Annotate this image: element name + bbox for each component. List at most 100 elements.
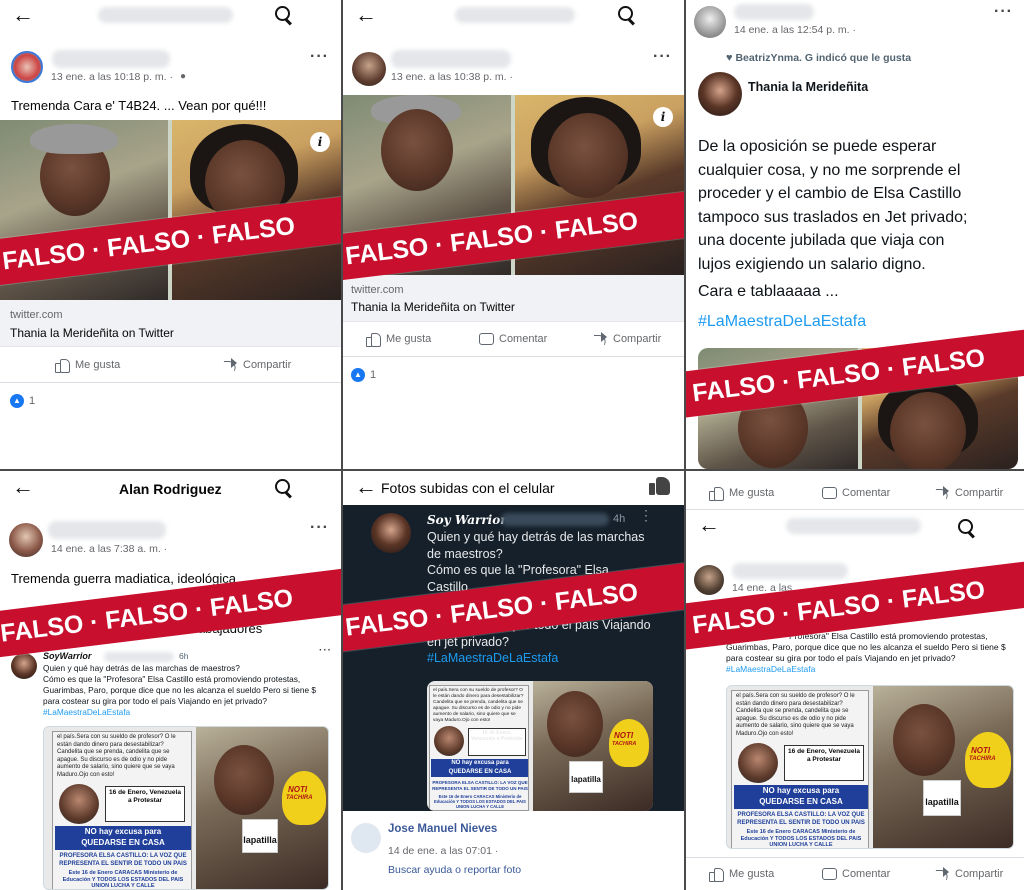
tweet-media[interactable]: el país.Sera con su sueldo de profesor? … [427, 681, 653, 811]
link-domain: twitter.com [351, 284, 404, 296]
like-button[interactable]: Me gusta [54, 358, 121, 373]
protest-flyer: el país.Sera con su sueldo de profesor? … [429, 685, 529, 811]
more-options-icon[interactable]: ··· [310, 48, 329, 66]
flyer-headline: NO hay excusa para QUEDARSE EN CASA [431, 759, 528, 777]
protest-flyer: el país.Sera con su sueldo de profesor? … [731, 690, 869, 848]
hashtag-link[interactable]: #LaMaestraDeLaEstafa [698, 310, 1018, 334]
divider [343, 356, 684, 357]
comment-button[interactable]: Comentar [821, 486, 890, 500]
blurred-author-name [391, 50, 511, 68]
panel-photo-view: ← Fotos subidas con el celular Soy Warri… [343, 471, 684, 890]
avatar[interactable] [352, 52, 386, 86]
avatar[interactable] [11, 51, 43, 83]
flyer-date: 16 de Enero, Venezuela a Protestar [105, 786, 185, 822]
protest-flyer: el país.Sera con su sueldo de profesor? … [52, 731, 192, 889]
more-options-icon[interactable]: ··· [994, 3, 1013, 21]
comment-button-bottom[interactable]: Comentar [821, 867, 890, 881]
panel-facebook-post-3: Me gusta Comentar Compartir ← 14 ene. a … [686, 471, 1024, 890]
tweet-media[interactable]: el país.Sera con su sueldo de profesor? … [726, 685, 1014, 849]
comment-label: Comentar [842, 487, 891, 499]
back-arrow-icon[interactable]: ← [698, 514, 720, 536]
share-icon [934, 486, 950, 500]
post-timestamp: 14 ene. a las 7:38 a. m. · [51, 543, 168, 555]
thumbs-up-icon [365, 332, 381, 347]
like-label: Me gusta [75, 359, 121, 371]
globe-icon: ● [180, 71, 187, 82]
commenter-avatar[interactable] [351, 823, 381, 853]
like-button-bottom[interactable]: Me gusta [708, 867, 775, 882]
tweet-author-name[interactable]: Thania la Merideñita [748, 80, 868, 94]
post-text: Tremenda Cara e' T4B24. ... Vean por qué… [11, 98, 267, 113]
post-timestamp: 13 ene. a las 10:18 p. m. · [51, 71, 173, 83]
thumbs-up-icon[interactable] [649, 475, 671, 497]
flyer-subtitle: PROFESORA ELSA CASTILLO: LA VOZ QUE REPR… [737, 812, 865, 826]
like-button[interactable]: Me gusta [365, 332, 431, 347]
blurred-author-name [48, 521, 166, 539]
commenter-name[interactable]: Jose Manuel Nieves [388, 823, 497, 835]
back-arrow-icon[interactable]: ← [12, 476, 34, 498]
tweet-time: 6h [179, 651, 189, 661]
tweet-time: 4h [613, 513, 626, 525]
comment-icon [821, 486, 837, 500]
tweet-body: Quien y qué hay detrás de las marchas de… [43, 663, 317, 718]
tweet-body: De la oposición se puede esperar cualqui… [698, 135, 1018, 333]
dark-tweet-screenshot[interactable]: Soy Warrior 4h ⋮ Quien y qué hay detrás … [343, 505, 684, 811]
tweet-avatar [371, 513, 411, 553]
share-button[interactable]: Compartir [222, 358, 291, 372]
search-icon[interactable] [618, 6, 636, 24]
face-interview [547, 691, 603, 757]
flyer-headline: NO hay excusa para QUEDARSE EN CASA [734, 785, 868, 809]
link-title: Thania la Merideñita on Twitter [351, 300, 515, 314]
back-arrow-icon[interactable]: ← [355, 4, 377, 26]
hashtag-link[interactable]: #LaMaestraDeLaEstafa [427, 650, 651, 667]
hashtag-link[interactable]: #LaMaestraDeLaEstafa [726, 664, 1006, 675]
reaction-count[interactable]: ▲ 1 [10, 394, 35, 408]
face-right [890, 392, 966, 469]
avatar[interactable] [694, 565, 724, 595]
embedded-tweet[interactable]: SoyWarrior 6h ··· Quien y qué hay detrás… [9, 645, 333, 890]
hashtag-link[interactable]: #LaMaestraDeLaEstafa [43, 707, 316, 718]
tweet-author-avatar[interactable] [698, 72, 742, 116]
back-arrow-icon[interactable]: ← [355, 476, 377, 498]
tweet-author: Soy Warrior [427, 513, 507, 527]
more-options-icon[interactable]: ··· [310, 519, 329, 537]
face-interview [893, 704, 955, 776]
info-icon[interactable]: i [653, 107, 673, 127]
search-icon[interactable] [275, 6, 293, 24]
flyer-place: Este 16 de Enero CARACAS Ministerio de E… [740, 829, 862, 848]
blurred-page-title [455, 7, 575, 23]
grid-divider [0, 469, 1024, 471]
collage: ← 13 ene. a las 10:18 p. m. · ● ··· Trem… [0, 0, 1024, 890]
microphone-lapatilla: lapatilla [923, 780, 961, 816]
reaction-count[interactable]: ▲ 1 [351, 368, 376, 382]
thumbs-up-icon [708, 486, 724, 501]
comment-button[interactable]: Comentar [478, 332, 547, 346]
report-photo-link[interactable]: Buscar ayuda o reportar foto [388, 864, 521, 876]
flyer-photo [434, 726, 464, 756]
flyer-headline: NO hay excusa para QUEDARSE EN CASA [55, 826, 191, 850]
share-button-bottom[interactable]: Compartir [934, 867, 1003, 881]
hair-left [30, 124, 118, 154]
more-options-icon[interactable]: ··· [319, 645, 332, 656]
more-options-icon[interactable]: ··· [653, 48, 672, 66]
share-button[interactable]: Compartir [592, 332, 661, 346]
search-icon[interactable] [275, 479, 293, 497]
like-reaction-icon: ▲ [10, 394, 24, 408]
panel-twitter-screenshot: 14 ene. a las 12:54 p. m. · ··· ♥ Beatri… [686, 0, 1024, 469]
search-icon[interactable] [958, 519, 976, 537]
like-label: Me gusta [729, 868, 775, 880]
avatar[interactable] [9, 523, 43, 557]
like-button[interactable]: Me gusta [708, 486, 774, 501]
blurred-handle [104, 652, 174, 662]
flyer-caption: el país.Sera con su sueldo de profesor? … [736, 693, 855, 737]
info-icon[interactable]: i [310, 132, 330, 152]
more-options-icon[interactable]: ⋮ [639, 507, 653, 524]
back-arrow-icon[interactable]: ← [12, 4, 34, 26]
link-preview[interactable]: twitter.com Thania la Merideñita on Twit… [343, 275, 684, 322]
link-preview[interactable]: twitter.com Thania la Merideñita on Twit… [0, 300, 341, 347]
flyer-photo [738, 743, 778, 783]
tweet-media[interactable]: el país.Sera con su sueldo de profesor? … [43, 726, 329, 890]
blurred-page-title [786, 518, 921, 534]
share-button[interactable]: Compartir [934, 486, 1003, 500]
avatar[interactable] [694, 6, 726, 38]
